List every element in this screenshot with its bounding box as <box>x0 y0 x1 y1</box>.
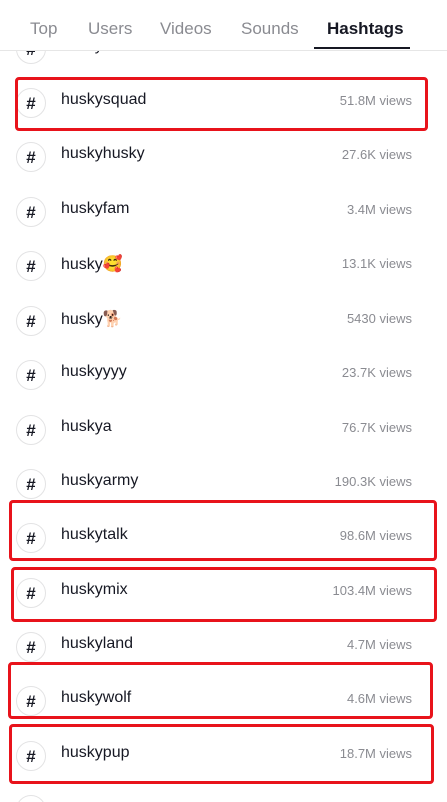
hashtag-name: husky🥰 <box>61 256 123 273</box>
hashtag-row[interactable]: # huskysquad 51.8M views <box>0 79 447 133</box>
hashtag-name: huskywolf <box>61 689 132 706</box>
tab-sounds[interactable]: Sounds <box>241 0 299 50</box>
hashtag-icon: # <box>16 360 46 390</box>
hashtag-icon: # <box>16 578 46 608</box>
hashtag-views: 76.7K views <box>341 420 412 435</box>
hashtag-name: huskyhusky <box>61 145 145 162</box>
hashtag-icon: # <box>16 632 46 662</box>
hashtag-row[interactable]: # husky🐕 5430 views <box>0 297 447 351</box>
hashtag-row[interactable]: # huskytalk 98.6M views <box>0 514 447 568</box>
hashtag-name: huskyarmy <box>61 472 139 489</box>
tab-top[interactable]: Top <box>30 0 57 50</box>
hashtag-name: huskya <box>61 418 112 435</box>
hashtag-views: 4.7M views <box>346 637 412 652</box>
hashtag-views: 27.6K views <box>341 147 412 162</box>
hashtag-icon: # <box>16 251 46 281</box>
hashtag-views: 23.7K views <box>341 365 412 380</box>
hashtag-icon: # <box>16 523 46 553</box>
hashtag-icon: # <box>16 88 46 118</box>
hashtag-icon: # <box>16 306 46 336</box>
hashtag-name: huskytalk <box>61 526 128 543</box>
active-tab-indicator <box>314 47 410 49</box>
hashtag-row[interactable]: # husky🥰 13.1K views <box>0 242 447 296</box>
hashtag-row[interactable]: # huskyfam 3.4M views <box>0 188 447 242</box>
hashtag-row[interactable]: # huskyarmy 190.3K views <box>0 460 447 514</box>
hashtag-views: 98.6M views <box>339 528 412 543</box>
hashtag-name: huskysquad <box>61 91 147 108</box>
hashtag-icon: # <box>16 197 46 227</box>
hashtag-icon: # <box>16 142 46 172</box>
hashtag-icon: # <box>16 415 46 445</box>
hashtag-row[interactable]: # huskymix 103.4M views <box>0 569 447 623</box>
hashtag-views: 3.4M views <box>346 202 412 217</box>
hashtag-results-list: # huskydad 4.8M views # huskysquad 51.8M… <box>0 0 447 802</box>
hashtag-views: 18.7M views <box>339 746 412 761</box>
hashtag-row[interactable]: # huskywolf 4.6M views <box>0 677 447 731</box>
hashtag-views: 51.8M views <box>339 93 412 108</box>
hashtag-views: 4.6M views <box>346 691 412 706</box>
hashtag-name: husky🐕 <box>61 311 123 328</box>
hashtag-row[interactable]: # huskyland 4.7M views <box>0 623 447 677</box>
tab-users[interactable]: Users <box>88 0 132 50</box>
hashtag-views: 103.4M views <box>332 583 412 598</box>
hashtag-name: huskyfam <box>61 200 130 217</box>
tab-videos[interactable]: Videos <box>160 0 212 50</box>
hashtag-name: huskypup <box>61 744 130 761</box>
hashtag-row[interactable]: # huskyhusky 27.6K views <box>0 133 447 187</box>
hashtag-views: 5430 views <box>346 311 412 326</box>
hashtag-row[interactable]: # huskypup 18.7M views <box>0 732 447 786</box>
hashtag-name: huskymix <box>61 581 128 598</box>
hashtag-views: 13.1K views <box>341 256 412 271</box>
search-tabs: Top Users Videos Sounds Hashtags <box>0 0 447 51</box>
tab-hashtags[interactable]: Hashtags <box>327 0 404 50</box>
hashtag-name: huskyland <box>61 635 134 652</box>
hashtag-icon <box>16 795 46 802</box>
hashtag-icon: # <box>16 686 46 716</box>
hashtag-icon: # <box>16 741 46 771</box>
hashtag-row-partial[interactable] <box>0 786 447 802</box>
hashtag-views: 190.3K views <box>334 474 412 489</box>
hashtag-icon: # <box>16 469 46 499</box>
hashtag-name: huskyyyy <box>61 363 127 380</box>
hashtag-row[interactable]: # huskya 76.7K views <box>0 406 447 460</box>
hashtag-row[interactable]: # huskyyyy 23.7K views <box>0 351 447 405</box>
